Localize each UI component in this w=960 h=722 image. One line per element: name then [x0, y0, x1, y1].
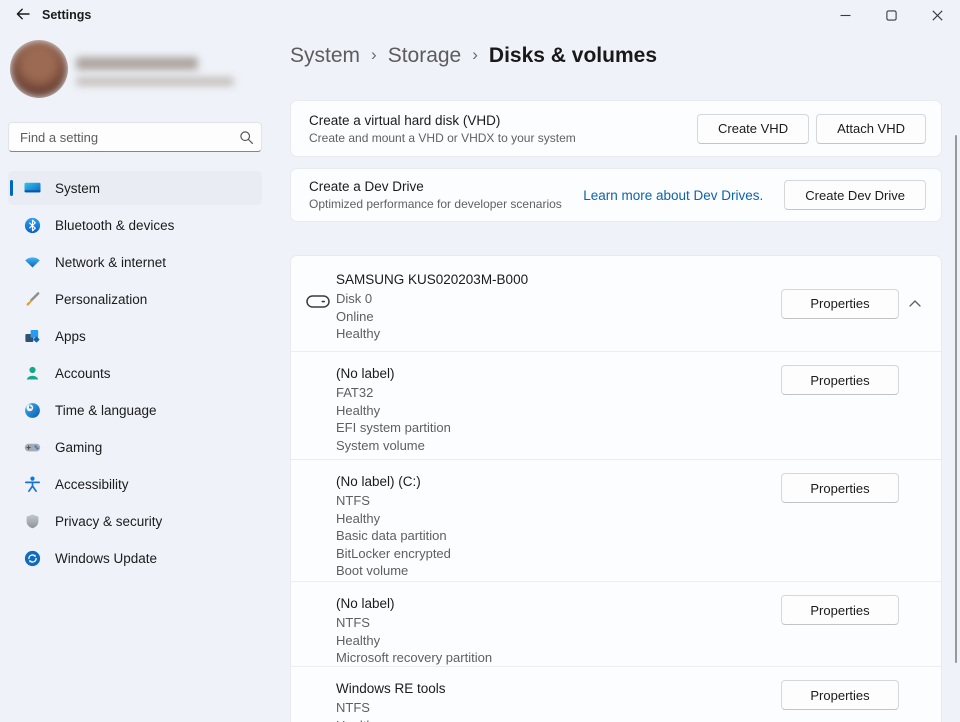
search-icon[interactable] [231, 130, 261, 145]
dev-drive-card-title: Create a Dev Drive [309, 179, 583, 194]
volume-row-c-drive[interactable]: (No label) (C:) NTFS Healthy Basic data … [291, 459, 941, 581]
create-dev-drive-button[interactable]: Create Dev Drive [784, 180, 926, 210]
vhd-card: Create a virtual hard disk (VHD) Create … [290, 100, 942, 157]
breadcrumb-chevron-icon: › [371, 45, 377, 65]
sidebar-item-time-language[interactable]: Time & language [8, 393, 262, 427]
sidebar-item-label: Network & internet [55, 255, 166, 270]
minimize-icon[interactable] [822, 0, 868, 30]
windows-update-icon [22, 548, 42, 568]
volume-row-windows-re[interactable]: Windows RE tools NTFS Healthy Properties [291, 666, 941, 722]
vhd-card-text: Create a virtual hard disk (VHD) Create … [291, 113, 697, 145]
avatar-image [10, 40, 68, 98]
sidebar-item-network-internet[interactable]: Network & internet [8, 245, 262, 279]
breadcrumb-chevron-icon: › [472, 45, 478, 65]
dev-drive-card-subtitle: Optimized performance for developer scen… [309, 197, 583, 211]
sidebar-item-personalization[interactable]: Personalization [8, 282, 262, 316]
sidebar-item-gaming[interactable]: Gaming [8, 430, 262, 464]
search-input[interactable] [9, 130, 231, 145]
titlebar: Settings [0, 0, 960, 30]
properties-button[interactable]: Properties [781, 680, 899, 710]
volume-line: Basic data partition [336, 527, 941, 545]
apps-icon [22, 326, 42, 346]
sidebar-item-accounts[interactable]: Accounts [8, 356, 262, 390]
personalization-icon [22, 289, 42, 309]
window-controls [822, 0, 960, 30]
sidebar-item-bluetooth-devices[interactable]: Bluetooth & devices [8, 208, 262, 242]
vhd-card-subtitle: Create and mount a VHD or VHDX to your s… [309, 131, 697, 145]
vhd-card-actions: Create VHD Attach VHD [697, 114, 941, 144]
volume-line: System volume [336, 437, 941, 455]
privacy-security-icon [22, 511, 42, 531]
page-title: Disks & volumes [489, 44, 657, 68]
volume-row-recovery[interactable]: (No label) NTFS Healthy Microsoft recove… [291, 581, 941, 666]
properties-button[interactable]: Properties [781, 289, 899, 319]
vhd-card-title: Create a virtual hard disk (VHD) [309, 113, 697, 128]
disk-title: SAMSUNG KUS020203M-B000 [336, 272, 941, 287]
accessibility-icon [22, 474, 42, 494]
attach-vhd-button[interactable]: Attach VHD [816, 114, 926, 144]
network-icon [22, 252, 42, 272]
breadcrumb-system[interactable]: System [290, 44, 360, 68]
dev-drive-card: Create a Dev Drive Optimized performance… [290, 168, 942, 222]
sidebar-item-label: Apps [55, 329, 86, 344]
sidebar-item-system[interactable]: System [8, 171, 262, 205]
accounts-icon [22, 363, 42, 383]
sidebar-item-windows-update[interactable]: Windows Update [8, 541, 262, 575]
properties-button[interactable]: Properties [781, 595, 899, 625]
sidebar-item-label: Privacy & security [55, 514, 162, 529]
sidebar-item-label: Time & language [55, 403, 157, 418]
volume-line: Healthy [336, 402, 941, 420]
volume-line: Healthy [336, 717, 941, 722]
dev-drive-card-text: Create a Dev Drive Optimized performance… [291, 179, 583, 211]
create-vhd-button[interactable]: Create VHD [697, 114, 809, 144]
sidebar-item-label: Windows Update [55, 551, 157, 566]
system-icon [22, 178, 42, 198]
sidebar: System Bluetooth & devices Network & int… [0, 30, 278, 722]
sidebar-item-label: Bluetooth & devices [55, 218, 174, 233]
dev-drive-card-actions: Learn more about Dev Drives. Create Dev … [583, 180, 941, 210]
gaming-icon [22, 437, 42, 457]
settings-window: Settings [0, 0, 960, 722]
volume-row-efi[interactable]: (No label) FAT32 Healthy EFI system part… [291, 351, 941, 459]
sidebar-item-privacy-security[interactable]: Privacy & security [8, 504, 262, 538]
search-box [8, 122, 262, 152]
back-arrow-icon [15, 6, 31, 27]
volume-line: Healthy [336, 510, 941, 528]
sidebar-item-accessibility[interactable]: Accessibility [8, 467, 262, 501]
chevron-up-icon[interactable] [904, 293, 926, 315]
maximize-icon[interactable] [868, 0, 914, 30]
bluetooth-icon [22, 215, 42, 235]
avatar[interactable] [10, 40, 68, 98]
scrollbar[interactable] [955, 135, 957, 663]
disk-line: Healthy [336, 325, 941, 343]
sidebar-item-label: Accessibility [55, 477, 129, 492]
disk-list: SAMSUNG KUS020203M-B000 Disk 0 Online He… [290, 255, 942, 722]
close-icon[interactable] [914, 0, 960, 30]
back-button[interactable] [10, 5, 36, 27]
sidebar-item-label: Gaming [55, 440, 102, 455]
selected-indicator [10, 180, 13, 196]
disk-row-samsung[interactable]: SAMSUNG KUS020203M-B000 Disk 0 Online He… [291, 256, 941, 351]
volume-line: Microsoft recovery partition [336, 649, 941, 667]
properties-button[interactable]: Properties [781, 365, 899, 395]
volume-line: Boot volume [336, 562, 941, 580]
volume-line: Healthy [336, 632, 941, 650]
sidebar-item-apps[interactable]: Apps [8, 319, 262, 353]
dev-drive-learn-more-link[interactable]: Learn more about Dev Drives. [583, 188, 763, 203]
user-email-redacted [76, 77, 234, 86]
sidebar-item-label: Accounts [55, 366, 111, 381]
sidebar-nav: System Bluetooth & devices Network & int… [8, 171, 262, 578]
breadcrumb: System › Storage › Disks & volumes [290, 44, 657, 68]
user-name-redacted [76, 57, 198, 70]
drive-icon [306, 295, 330, 313]
properties-button[interactable]: Properties [781, 473, 899, 503]
volume-line: BitLocker encrypted [336, 545, 941, 563]
time-language-icon [22, 400, 42, 420]
volume-line: EFI system partition [336, 419, 941, 437]
sidebar-item-label: System [55, 181, 100, 196]
breadcrumb-storage[interactable]: Storage [388, 44, 462, 68]
window-title: Settings [42, 8, 91, 22]
sidebar-item-label: Personalization [55, 292, 147, 307]
